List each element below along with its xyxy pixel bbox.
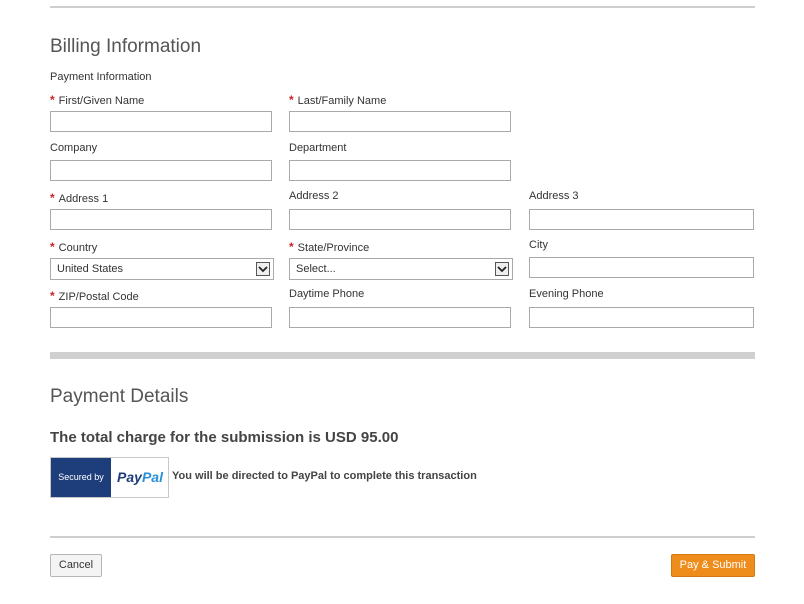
paypal-secured-label: Secured by <box>51 458 111 497</box>
address2-input[interactable] <box>289 209 511 230</box>
last-name-input[interactable] <box>289 111 511 132</box>
pay-submit-button[interactable]: Pay & Submit <box>671 554 755 577</box>
payment-details-title: Payment Details <box>50 386 189 407</box>
cancel-button[interactable]: Cancel <box>50 554 102 577</box>
bottom-divider <box>50 536 755 538</box>
last-name-label: * Last/Family Name <box>289 93 387 107</box>
address1-label: * Address 1 <box>50 191 109 205</box>
zip-input[interactable] <box>50 307 272 328</box>
required-mark: * <box>50 191 55 205</box>
daytime-phone-label: Daytime Phone <box>289 288 365 300</box>
chevron-down-icon[interactable] <box>495 262 509 276</box>
department-label: Department <box>289 142 347 154</box>
address3-label: Address 3 <box>529 190 579 202</box>
paypal-redirect-note: You will be directed to PayPal to comple… <box>172 470 477 482</box>
state-select-value: Select... <box>296 263 336 275</box>
paypal-logo: PayPal <box>117 469 163 485</box>
company-input[interactable] <box>50 160 272 181</box>
required-mark: * <box>289 93 294 107</box>
address1-input[interactable] <box>50 209 272 230</box>
city-label: City <box>529 239 548 251</box>
chevron-down-icon[interactable] <box>256 262 270 276</box>
first-name-label: * First/Given Name <box>50 93 145 107</box>
city-input[interactable] <box>529 257 754 278</box>
address3-input[interactable] <box>529 209 754 230</box>
paypal-badge: Secured by PayPal <box>50 457 169 498</box>
billing-title: Billing Information <box>50 36 202 57</box>
top-divider <box>50 6 755 8</box>
total-charge-text: The total charge for the submission is U… <box>50 429 399 446</box>
required-mark: * <box>50 289 55 303</box>
required-mark: * <box>50 93 55 107</box>
required-mark: * <box>50 240 55 254</box>
evening-phone-label: Evening Phone <box>529 288 604 300</box>
country-select-value: United States <box>57 263 124 275</box>
country-label: * Country <box>50 240 98 254</box>
department-input[interactable] <box>289 160 511 181</box>
country-select[interactable]: United States <box>50 258 274 280</box>
payment-info-subtitle: Payment Information <box>50 71 152 83</box>
first-name-input[interactable] <box>50 111 272 132</box>
company-label: Company <box>50 142 98 154</box>
required-mark: * <box>289 240 294 254</box>
address2-label: Address 2 <box>289 190 339 202</box>
state-label: * State/Province <box>289 240 370 254</box>
zip-label: * ZIP/Postal Code <box>50 289 139 303</box>
evening-phone-input[interactable] <box>529 307 754 328</box>
section-divider <box>50 352 755 359</box>
state-select[interactable]: Select... <box>289 258 513 280</box>
daytime-phone-input[interactable] <box>289 307 511 328</box>
